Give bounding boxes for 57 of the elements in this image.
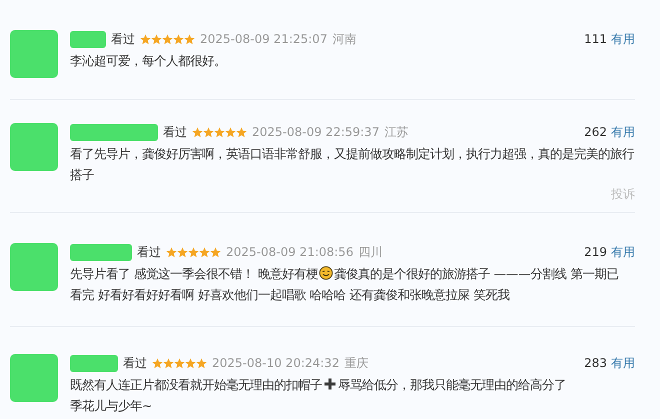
avatar[interactable] bbox=[10, 354, 58, 402]
star-icon bbox=[185, 358, 196, 368]
star-icon bbox=[177, 246, 188, 258]
comment-region: 重庆 bbox=[344, 354, 368, 372]
comment-text: 辱骂给低分，那我只能毫无理由的给高分了 bbox=[338, 377, 566, 394]
watch-status: 看过 bbox=[137, 244, 161, 260]
vote-count: 262 bbox=[584, 125, 607, 139]
comment-time: 2025-08-09 22:59:37 bbox=[252, 125, 380, 139]
star-icon bbox=[188, 246, 199, 258]
star-icon bbox=[214, 126, 225, 138]
comment-time: 2025-08-10 20:24:32 bbox=[212, 356, 340, 370]
comment-time: 2025-08-09 21:08:56 bbox=[226, 245, 354, 259]
plus-icon bbox=[323, 377, 337, 391]
smiley-icon bbox=[318, 266, 333, 280]
vote-count: 219 bbox=[584, 245, 607, 259]
star-icon bbox=[152, 358, 163, 368]
avatar[interactable] bbox=[10, 123, 58, 171]
useful-link[interactable]: 有用 bbox=[611, 30, 635, 48]
watch-status: 看过 bbox=[111, 30, 135, 48]
star-icon bbox=[140, 34, 151, 44]
star-icon bbox=[184, 34, 195, 44]
comment-text: 李沁超可爱，每个人都很好。 bbox=[70, 54, 226, 68]
avatar[interactable] bbox=[10, 243, 58, 291]
star-icon bbox=[203, 126, 214, 138]
vote-count: 283 bbox=[584, 356, 607, 370]
comment-time: 2025-08-09 21:25:07 bbox=[200, 32, 328, 46]
star-icon bbox=[199, 246, 210, 258]
star-icon bbox=[163, 358, 174, 368]
star-icon bbox=[174, 358, 185, 368]
avatar[interactable] bbox=[10, 30, 58, 78]
redaction-block bbox=[70, 354, 118, 372]
star-icon bbox=[162, 34, 173, 44]
redaction-block bbox=[70, 244, 132, 260]
comment-text: 看了先导片，龚俊好厉害啊，英语口语非常舒服，又提前做攻略制定计划，执行力超强，真的是完美的旅行搭子 bbox=[70, 147, 634, 182]
star-icon bbox=[173, 34, 184, 44]
comment-text: 龚俊真的是个很好的旅游搭子 ———分割线 第一期已 bbox=[334, 266, 619, 283]
star-icon bbox=[196, 358, 207, 368]
star-icon bbox=[225, 126, 236, 138]
comment-text: 先导片看了 感觉这一季会很不错！ 晚意好有梗 bbox=[70, 266, 318, 283]
star-icon bbox=[210, 246, 221, 258]
star-icon bbox=[166, 246, 177, 258]
watch-status: 看过 bbox=[123, 354, 147, 372]
redaction-block bbox=[70, 30, 106, 48]
comment-region: 河南 bbox=[332, 30, 356, 48]
star-icon bbox=[192, 126, 203, 138]
vote-count: 111 bbox=[584, 32, 607, 46]
comment-region: 四川 bbox=[358, 244, 382, 260]
comment-text: 看完 好看好看好好看啊 好喜欢他们一起唱歌 哈哈哈 还有龚俊和张晚意拉屎 笑死我 bbox=[70, 287, 510, 304]
useful-link[interactable]: 有用 bbox=[611, 354, 635, 372]
watch-status: 看过 bbox=[163, 124, 187, 140]
star-icon bbox=[151, 34, 162, 44]
useful-link[interactable]: 有用 bbox=[611, 244, 635, 260]
comment-region: 江苏 bbox=[384, 124, 408, 140]
useful-link[interactable]: 有用 bbox=[611, 124, 635, 140]
comment-text: 季花儿与少年~ bbox=[70, 398, 152, 415]
star-icon bbox=[236, 126, 247, 138]
comment-text: 既然有人连正片都没看就开始毫无理由的扣帽子 bbox=[70, 377, 322, 394]
